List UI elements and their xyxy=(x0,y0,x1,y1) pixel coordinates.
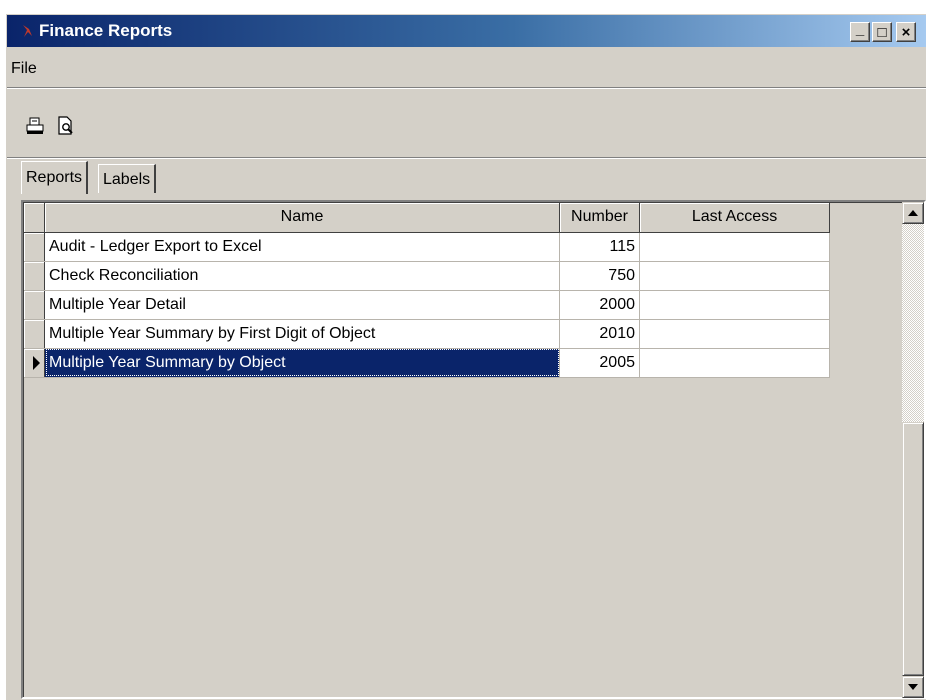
column-header-number[interactable]: Number xyxy=(559,203,640,233)
vertical-scrollbar[interactable] xyxy=(902,202,924,698)
reports-table: Name Number Last Access Audit - Ledger E… xyxy=(24,203,830,378)
report-number[interactable]: 2010 xyxy=(559,319,640,349)
tab-reports[interactable]: Reports xyxy=(21,161,89,194)
row-indicator[interactable] xyxy=(24,290,45,320)
scroll-thumb[interactable] xyxy=(902,422,924,676)
column-header-name[interactable]: Name xyxy=(44,203,560,233)
reports-grid: Name Number Last Access Audit - Ledger E… xyxy=(21,200,926,699)
report-name[interactable]: Multiple Year Detail xyxy=(44,290,560,320)
report-number[interactable]: 115 xyxy=(559,232,640,262)
report-last-access[interactable] xyxy=(639,348,830,378)
current-row-arrow-icon xyxy=(33,355,40,370)
report-last-access[interactable] xyxy=(639,319,830,349)
maximize-icon: □ xyxy=(877,23,887,41)
minimize-button[interactable]: _ xyxy=(850,22,870,42)
tab-reports-label: Reports xyxy=(26,169,83,186)
row-indicator[interactable] xyxy=(24,261,45,291)
scroll-down-button[interactable] xyxy=(902,676,924,698)
row-indicator[interactable] xyxy=(24,232,45,262)
arrow-down-icon xyxy=(908,684,918,690)
scroll-track[interactable] xyxy=(902,224,924,422)
tab-labels-label: Labels xyxy=(103,171,151,188)
report-last-access[interactable] xyxy=(639,232,830,262)
menu-bar: File xyxy=(7,47,926,88)
report-name[interactable]: Multiple Year Summary by First Digit of … xyxy=(44,319,560,349)
column-header-last-access[interactable]: Last Access xyxy=(639,203,830,233)
toolbar xyxy=(7,89,926,158)
table-row[interactable]: Check Reconciliation 750 xyxy=(24,261,830,291)
report-number[interactable]: 750 xyxy=(559,261,640,291)
window-title: Finance Reports xyxy=(39,21,173,40)
title-bar[interactable]: Finance Reports _ □ × xyxy=(7,15,926,47)
report-last-access[interactable] xyxy=(639,290,830,320)
menu-file[interactable]: File xyxy=(11,60,37,78)
printer-icon[interactable] xyxy=(24,115,46,137)
report-last-access[interactable] xyxy=(639,261,830,291)
close-icon: × xyxy=(901,23,911,41)
tab-labels[interactable]: Labels xyxy=(98,164,157,193)
report-name[interactable]: Check Reconciliation xyxy=(44,261,560,291)
report-number[interactable]: 2005 xyxy=(559,348,640,378)
table-row[interactable]: Multiple Year Summary by First Digit of … xyxy=(24,319,830,349)
scroll-up-button[interactable] xyxy=(902,202,924,224)
row-indicator-header xyxy=(24,203,45,233)
finance-reports-window: Finance Reports _ □ × File Reports Label… xyxy=(6,14,926,700)
row-indicator[interactable] xyxy=(24,319,45,349)
report-name[interactable]: Audit - Ledger Export to Excel xyxy=(44,232,560,262)
table-row[interactable]: Multiple Year Detail 2000 xyxy=(24,290,830,320)
minimize-icon: _ xyxy=(855,20,865,38)
report-number[interactable]: 2000 xyxy=(559,290,640,320)
header-row: Name Number Last Access xyxy=(24,203,830,233)
close-button[interactable]: × xyxy=(896,22,916,42)
app-icon xyxy=(23,25,32,37)
row-indicator[interactable] xyxy=(24,348,45,378)
maximize-button[interactable]: □ xyxy=(872,22,892,42)
table-row-selected[interactable]: Multiple Year Summary by Object 2005 xyxy=(24,348,830,378)
print-preview-icon[interactable] xyxy=(55,115,77,137)
arrow-up-icon xyxy=(908,210,918,216)
report-name[interactable]: Multiple Year Summary by Object xyxy=(44,348,560,378)
table-row[interactable]: Audit - Ledger Export to Excel 115 xyxy=(24,232,830,262)
